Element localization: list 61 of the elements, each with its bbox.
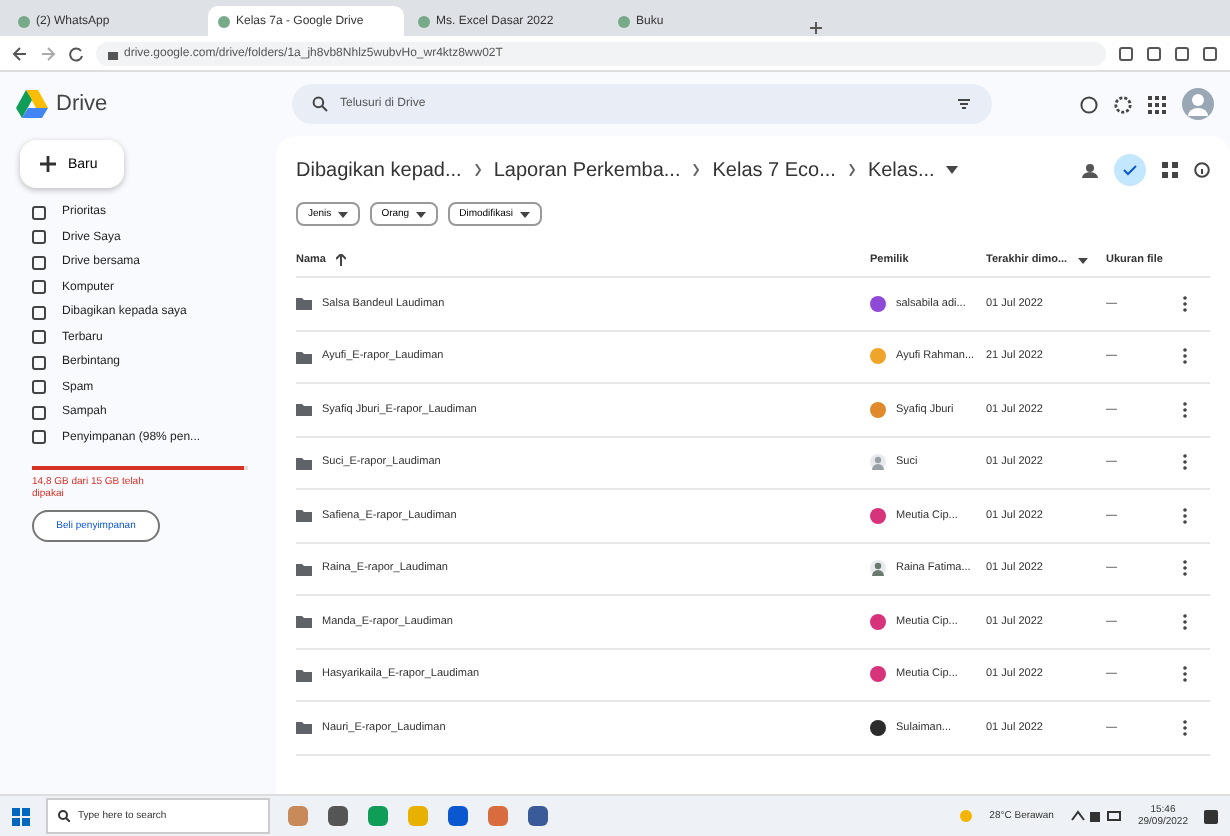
more-options-icon[interactable] — [1182, 295, 1188, 312]
settings-icon[interactable] — [1114, 95, 1132, 113]
caret-icon — [337, 211, 348, 217]
more-options-icon[interactable] — [1182, 719, 1188, 736]
shared-folder-icon — [296, 614, 312, 629]
taskbar-app-icon[interactable] — [486, 804, 510, 828]
chevron-icon — [692, 164, 701, 176]
system-tray-icon[interactable] — [1069, 808, 1122, 824]
shared-folder-icon — [296, 455, 312, 470]
caret-icon[interactable] — [1077, 257, 1088, 263]
search-icon — [312, 96, 328, 112]
shared-folder-icon — [296, 720, 312, 735]
more-options-icon[interactable] — [1182, 348, 1188, 365]
breadcrumb-link[interactable]: Kelas 7 Eco... — [712, 159, 836, 181]
filter-icon[interactable] — [956, 96, 972, 112]
plus-icon — [40, 156, 56, 172]
more-options-icon[interactable] — [1182, 507, 1188, 524]
taskbar-app-icon[interactable] — [446, 804, 470, 828]
caret-icon — [415, 211, 426, 217]
breadcrumb-link[interactable]: Laporan Perkemba... — [493, 159, 681, 181]
shared-folder-icon — [296, 402, 312, 417]
site-icon — [18, 15, 30, 27]
shared-folder-icon — [296, 296, 312, 311]
chevron-icon — [473, 164, 482, 176]
more-options-icon[interactable] — [1182, 560, 1188, 577]
search-icon — [58, 810, 70, 822]
sort-arrow-icon[interactable] — [335, 254, 346, 266]
drive-logo-icon — [16, 90, 48, 118]
windows-start-icon[interactable] — [12, 807, 30, 825]
info-icon[interactable] — [1194, 162, 1210, 178]
list-view-button[interactable] — [1114, 154, 1146, 186]
caret-icon — [519, 211, 530, 217]
more-options-icon[interactable] — [1182, 613, 1188, 630]
chevron-icon — [847, 164, 856, 176]
check-icon — [1122, 162, 1138, 178]
grid-view-icon[interactable] — [1162, 162, 1178, 178]
reload-icon[interactable] — [68, 45, 84, 61]
taskbar-widget-icon[interactable] — [286, 804, 310, 828]
more-options-icon[interactable] — [1182, 454, 1188, 471]
site-icon — [618, 15, 630, 27]
caret-icon[interactable] — [946, 166, 959, 174]
weather-icon — [957, 808, 974, 824]
taskbar-app-icon[interactable] — [366, 804, 390, 828]
breadcrumb-link[interactable]: Dibagikan kepad... — [296, 159, 462, 181]
people-icon[interactable] — [1082, 162, 1098, 178]
site-icon — [418, 15, 430, 27]
site-icon — [218, 15, 230, 27]
app-name: Drive — [56, 92, 108, 116]
more-options-icon[interactable] — [1182, 401, 1188, 418]
shared-folder-icon — [296, 667, 312, 682]
apps-icon[interactable] — [1148, 95, 1166, 113]
shared-folder-icon — [296, 349, 312, 364]
more-options-icon[interactable] — [1182, 666, 1188, 683]
back-icon[interactable] — [12, 45, 28, 61]
new-tab-icon[interactable] — [808, 20, 824, 36]
breadcrumb-link[interactable]: Kelas... — [867, 159, 935, 181]
taskbar-app-icon[interactable] — [526, 804, 550, 828]
shared-folder-icon — [296, 508, 312, 523]
notification-icon[interactable] — [1204, 809, 1218, 823]
taskbar-app-icon[interactable] — [326, 804, 350, 828]
shared-folder-icon — [296, 561, 312, 576]
